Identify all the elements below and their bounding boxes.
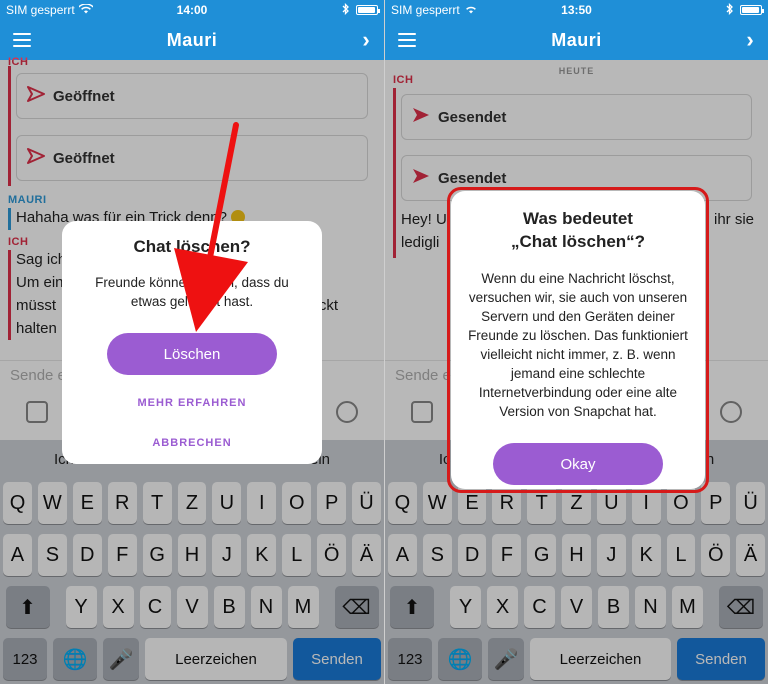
- left-screen: SIM gesperrt 14:00 Mauri › ICH Geöffnet …: [0, 0, 384, 684]
- chat-title: Mauri: [166, 29, 218, 50]
- status-bar: SIM gesperrt 13:50: [385, 0, 768, 20]
- status-time: 13:50: [561, 3, 592, 17]
- battery-icon: [356, 5, 380, 15]
- battery-icon: [740, 5, 764, 15]
- cancel-link[interactable]: ABBRECHEN: [62, 437, 322, 449]
- bluetooth-icon: [342, 2, 350, 18]
- status-bar: SIM gesperrt 14:00: [0, 0, 384, 20]
- right-screen: SIM gesperrt 13:50 Mauri › HEUTE ICH Ges…: [384, 0, 768, 684]
- annotation-highlight-frame: [447, 187, 709, 493]
- delete-button[interactable]: Löschen: [107, 333, 277, 375]
- dialog-body: Freunde können sehen, dass du etwas gelö…: [95, 275, 289, 309]
- bluetooth-icon: [726, 2, 734, 18]
- chat-header: Mauri ›: [385, 20, 768, 60]
- chevron-right-icon[interactable]: ›: [348, 27, 384, 53]
- status-time: 14:00: [176, 3, 208, 17]
- chat-title: Mauri: [551, 29, 602, 50]
- learn-more-link[interactable]: MEHR ERFAHREN: [62, 397, 322, 409]
- dialog-title: Chat löschen?: [133, 237, 251, 256]
- chat-header: Mauri ›: [0, 20, 384, 60]
- chevron-right-icon[interactable]: ›: [732, 27, 768, 53]
- delete-chat-dialog: Chat löschen? Freunde können sehen, dass…: [62, 221, 322, 464]
